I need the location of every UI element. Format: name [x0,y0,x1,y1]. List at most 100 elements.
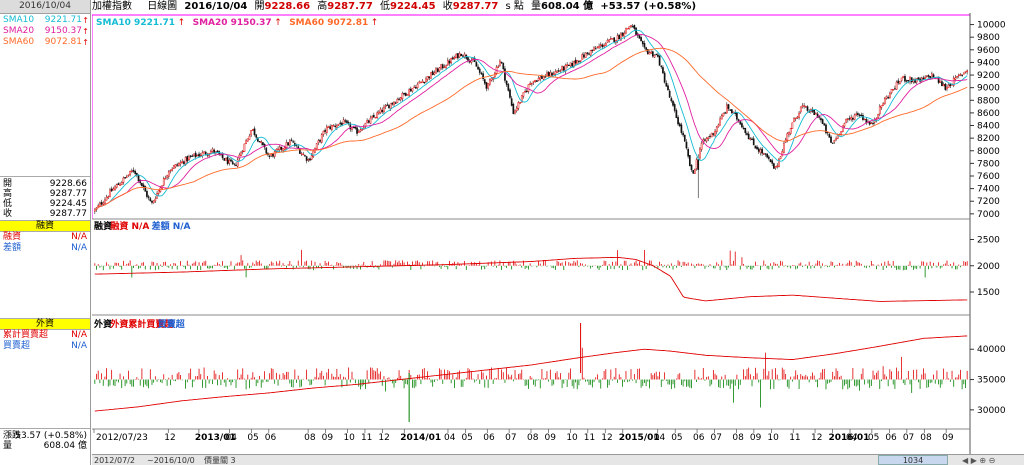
candle-body [396,98,399,103]
candle-body [584,52,587,58]
candle-body [366,120,368,123]
range-end[interactable]: ~2016/10/0 [147,455,195,465]
candle-body [899,81,901,84]
open-value: 9228.66 [49,179,87,189]
candle-body [794,117,797,120]
candle-body [300,153,303,155]
candle-body [757,148,760,152]
candle-body [243,143,246,152]
candle-body [389,103,392,109]
chart-area[interactable]: 7000 7200 7400 7600 7800 8000 8200 8400 8600 8800… [92,13,1024,454]
candle-body [571,62,574,67]
candle-body [846,118,849,121]
candle-body [652,51,654,57]
margin-legend-item: 融資 [94,220,112,232]
candle-body [401,93,404,99]
candle-body [660,65,663,68]
title-date: 2016/10/04 [184,1,248,12]
price-tick-label: 7600 [977,172,1000,182]
candle-body [537,77,540,81]
candle-body [386,104,389,106]
candle-body [534,79,537,82]
candle-body [668,90,671,98]
candle-body [342,119,345,124]
candle-body [640,37,642,42]
chart-app: 2016/10/04 SMA10 9221.71 ↑ SMA20 9150.37… [0,0,1024,465]
x-tick-label: 09 [750,433,762,443]
candle-body [525,90,528,93]
candle-body [700,143,703,150]
candle-body [136,172,138,176]
candle-body [941,81,943,87]
margin-section-header: 融資 [0,220,90,232]
candle-body [699,148,701,159]
candle-body [260,141,263,143]
candle-body [801,105,804,108]
title-change: +53.57 (+0.58%) [600,1,697,12]
candle-body [910,77,913,83]
candle-body [376,112,379,119]
candle-body [172,165,175,169]
candle-body [221,153,224,159]
candle-body [850,116,853,120]
candle-body [657,54,659,57]
candle-body [741,123,743,128]
candle-body [724,112,726,114]
candle-body [399,97,402,101]
candle-body [467,57,469,61]
candle-body [539,76,542,80]
candle-body [344,120,347,122]
candle-body [470,60,473,63]
foreign-net-row: 買賣超 N/A [2,341,89,352]
price-tick-label: 8200 [977,134,1000,144]
candle-body [677,117,679,125]
x-tick-label: 11 [584,433,595,443]
foreign-cum-row: 累計買賣超 N/A [2,330,89,341]
candle-body [667,85,669,91]
candle-body [356,127,358,134]
candle-body [959,74,962,76]
margin-value: N/A [71,232,87,242]
bottom-divider [0,428,90,429]
candle-body [361,129,363,131]
foreign-tick-label: 40000 [977,345,1006,355]
candle-body [142,184,145,188]
candle-body [346,120,348,123]
period-label: 日線圖 [147,1,178,12]
candle-body [403,92,405,95]
candle-body [251,128,254,131]
candle-body [453,57,456,59]
candle-body [315,143,318,150]
candle-body [130,170,133,172]
title-high-label: 高 [317,1,328,12]
candle-body [336,125,338,128]
margin-tick-label: 1500 [977,288,1000,298]
candle-body [426,75,429,80]
x-tick-label: 05 [461,433,472,443]
range-start[interactable]: 2012/07/2 [94,455,135,465]
candle-body [902,75,905,78]
high-row: 高 9287.77 [2,189,89,199]
foreign-net-value: N/A [71,341,87,351]
candle-body [764,153,767,155]
candle-body [114,186,116,190]
candle-body [773,163,775,169]
price-tick-label: 8600 [977,109,1000,119]
candle-body [125,176,128,178]
candle-body [253,128,256,135]
candle-body [752,138,755,146]
mode-button[interactable]: 價量關 3 [204,455,236,465]
nav-controls-icon[interactable]: ◀ ▶ ⊕ ⊖ [962,455,995,465]
candle-body [391,102,394,105]
x-tick-label: 10 [343,433,355,443]
candle-body [154,198,157,202]
candle-body [164,178,167,180]
candle-body [746,133,748,135]
candle-body [608,39,610,42]
main-legend-up-arrow-icon: ↑ [274,18,282,28]
candle-body [562,66,565,71]
candle-body [102,202,105,205]
candle-body [157,190,160,194]
candle-body [567,64,570,66]
x-tick-label: 06 [693,433,705,443]
